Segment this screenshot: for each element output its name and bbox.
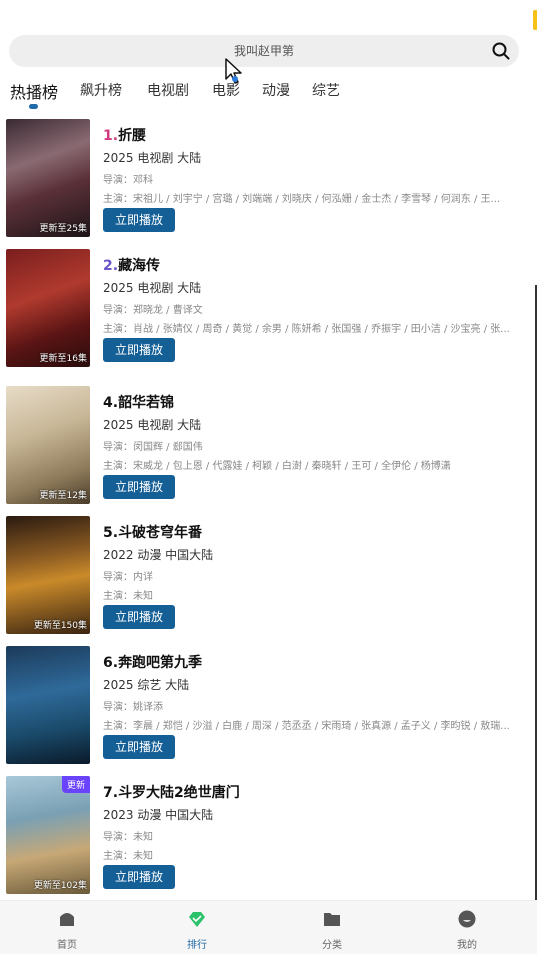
nav-label: 排行	[187, 940, 207, 951]
item-name: 藏海传	[118, 258, 161, 274]
search-input[interactable]: 我叫赵甲第	[9, 35, 519, 67]
item-name: 韶华若锦	[118, 395, 175, 411]
item-name: 奔跑吧第九季	[118, 655, 203, 671]
ranking-tabs: 热播榜 飙升榜 电视剧 电影 动漫 综艺	[0, 77, 537, 113]
update-badge: 更新至12集	[39, 491, 87, 501]
item-meta: 2025 电视剧 大陆	[103, 418, 202, 432]
update-badge: 更新至25集	[39, 224, 87, 234]
play-button[interactable]: 立即播放	[103, 735, 175, 759]
update-badge: 更新至150集	[33, 621, 87, 631]
top-edge-marker	[533, 10, 537, 30]
item-meta: 2025 电视剧 大陆	[103, 151, 202, 165]
item-director: 导演：内详	[103, 572, 153, 583]
mouse-cursor-icon	[225, 58, 242, 84]
item-name: 斗破苍穹年番	[118, 525, 203, 541]
profile-icon	[458, 910, 476, 928]
play-button[interactable]: 立即播放	[103, 865, 175, 889]
play-button[interactable]: 立即播放	[103, 208, 175, 232]
play-button[interactable]: 立即播放	[103, 338, 175, 362]
item-cast: 主演：宋祖儿 / 刘宇宁 / 宫璐 / 刘端端 / 刘晓庆 / 何泓姗 / 金士…	[103, 194, 501, 205]
item-cast: 主演：宋威龙 / 包上恩 / 代露娃 / 柯颖 / 白澍 / 秦晓轩 / 王可 …	[103, 461, 451, 472]
item-director: 导演：闵国辉 / 郄国伟	[103, 442, 203, 453]
tab-tv[interactable]: 电视剧	[147, 80, 189, 100]
tab-anime[interactable]: 动漫	[262, 80, 290, 100]
bottom-navigation: 首页 排行 分类 我的	[0, 900, 537, 954]
nav-home[interactable]: 首页	[0, 901, 134, 954]
ranking-icon	[189, 912, 205, 927]
tab-rising[interactable]: 飙升榜	[80, 80, 122, 100]
play-button[interactable]: 立即播放	[103, 475, 175, 499]
folder-icon	[324, 913, 340, 926]
item-director: 导演：姚译添	[103, 702, 163, 713]
nav-label: 我的	[457, 940, 477, 951]
nav-label: 分类	[322, 940, 342, 951]
item-cast: 主演：未知	[103, 591, 153, 602]
rank-number: 6.	[103, 655, 119, 671]
item-title[interactable]: 5.斗破苍穹年番	[103, 522, 202, 542]
tab-variety[interactable]: 综艺	[312, 80, 340, 100]
play-button[interactable]: 立即播放	[103, 605, 175, 629]
rank-number: 2.	[103, 258, 119, 274]
poster-image[interactable]: 更新至12集	[6, 386, 90, 504]
list-item[interactable]: 6.奔跑吧第九季 2025 综艺 大陆 导演：姚译添 主演：李晨 / 郑恺 / …	[0, 646, 537, 764]
list-item[interactable]: 更新至12集 4.韶华若锦 2025 电视剧 大陆 导演：闵国辉 / 郄国伟 主…	[0, 386, 537, 504]
new-badge: 更新	[61, 776, 90, 793]
item-director: 导演：未知	[103, 832, 153, 843]
update-badge: 更新至102集	[33, 881, 87, 891]
item-title[interactable]: 1.折腰	[103, 125, 146, 145]
item-title[interactable]: 7.斗罗大陆2绝世唐门	[103, 782, 240, 802]
item-name: 斗罗大陆2绝世唐门	[118, 785, 240, 801]
item-director: 导演：郑晓龙 / 曹译文	[103, 305, 203, 316]
list-item[interactable]: 更新至16集 2.藏海传 2025 电视剧 大陆 导演：郑晓龙 / 曹译文 主演…	[0, 249, 537, 367]
item-meta: 2022 动漫 中国大陆	[103, 548, 214, 562]
poster-image[interactable]: 更新至150集	[6, 516, 90, 634]
item-meta: 2023 动漫 中国大陆	[103, 808, 214, 822]
item-title[interactable]: 6.奔跑吧第九季	[103, 652, 202, 672]
home-icon	[60, 913, 74, 926]
list-item[interactable]: 更新至25集 1.折腰 2025 电视剧 大陆 导演：邓科 主演：宋祖儿 / 刘…	[0, 119, 537, 237]
poster-image[interactable]: 更新 更新至102集	[6, 776, 90, 894]
item-meta: 2025 电视剧 大陆	[103, 281, 202, 295]
nav-category[interactable]: 分类	[265, 901, 399, 954]
item-director: 导演：邓科	[103, 175, 153, 186]
update-badge: 更新至16集	[39, 354, 87, 364]
active-tab-indicator	[29, 104, 38, 109]
nav-label: 首页	[57, 940, 77, 951]
item-cast: 主演：肖战 / 张婧仪 / 周奇 / 黄觉 / 余男 / 陈妍希 / 张国强 /…	[103, 324, 510, 335]
rank-number: 1.	[103, 128, 119, 144]
item-title[interactable]: 2.藏海传	[103, 255, 160, 275]
rank-number: 4.	[103, 395, 119, 411]
item-name: 折腰	[118, 128, 147, 144]
list-item[interactable]: 更新至150集 5.斗破苍穹年番 2022 动漫 中国大陆 导演：内详 主演：未…	[0, 516, 537, 634]
poster-image[interactable]: 更新至16集	[6, 249, 90, 367]
list-item[interactable]: 更新 更新至102集 7.斗罗大陆2绝世唐门 2023 动漫 中国大陆 导演：未…	[0, 776, 537, 894]
item-meta: 2025 综艺 大陆	[103, 678, 190, 692]
search-bar[interactable]: 我叫赵甲第	[9, 35, 519, 67]
poster-image[interactable]	[6, 646, 90, 764]
item-cast: 主演：未知	[103, 851, 153, 862]
nav-profile[interactable]: 我的	[400, 901, 534, 954]
nav-ranking[interactable]: 排行	[130, 901, 264, 954]
item-title[interactable]: 4.韶华若锦	[103, 392, 174, 412]
rank-number: 7.	[103, 785, 119, 801]
poster-image[interactable]: 更新至25集	[6, 119, 90, 237]
tab-hot[interactable]: 热播榜	[10, 79, 58, 103]
rank-number: 5.	[103, 525, 119, 541]
search-icon[interactable]	[492, 42, 510, 60]
item-cast: 主演：李晨 / 郑恺 / 沙溢 / 白鹿 / 周深 / 范丞丞 / 宋雨琦 / …	[103, 721, 510, 732]
